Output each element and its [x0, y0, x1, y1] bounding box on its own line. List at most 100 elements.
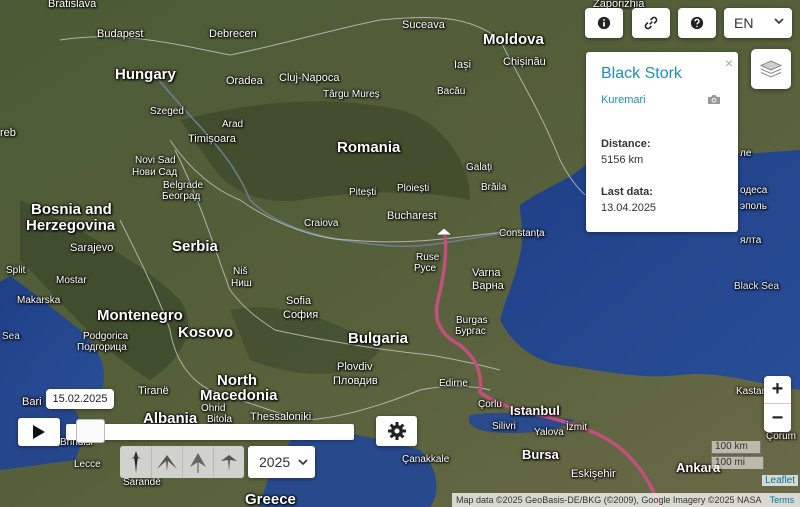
label-plovdiv-cyr: Пловдив	[333, 375, 378, 387]
label-ruse: Ruse	[416, 252, 440, 263]
label-constanta: Constanța	[499, 228, 545, 239]
label-ukr-4: ле	[740, 148, 752, 159]
label-podgorica: Podgorica	[83, 331, 129, 342]
species-button-3[interactable]	[182, 446, 213, 478]
label-suceava: Suceava	[402, 19, 445, 31]
label-adriatic-sea: Sea	[2, 331, 20, 342]
label-black-sea: Black Sea	[734, 281, 780, 292]
distance-value: 5156 km	[601, 154, 644, 166]
label-mostar: Mostar	[56, 275, 87, 286]
label-kosovo: Kosovo	[178, 324, 234, 341]
stork-icon	[130, 451, 141, 473]
bird-name[interactable]: Black Stork	[601, 65, 738, 83]
label-montenegro: Montenegro	[97, 307, 183, 324]
label-nis: Niš	[233, 266, 248, 277]
label-sarajevo: Sarajevo	[70, 242, 114, 254]
label-makarska: Makarska	[17, 295, 61, 306]
label-ruse-cyr: Русе	[414, 263, 437, 274]
label-sofia-cyr: София	[283, 309, 319, 321]
label-szeged: Szeged	[150, 106, 184, 117]
label-edirne: Edirne	[439, 378, 468, 389]
label-silivri: Silivri	[492, 421, 516, 432]
label-greece: Greece	[245, 491, 296, 507]
info-button[interactable]	[585, 8, 623, 38]
camera-icon[interactable]	[707, 94, 721, 105]
label-lecce: Lecce	[74, 459, 101, 470]
year-select[interactable]: 2025	[248, 446, 315, 478]
label-ukr-3: ялта	[740, 235, 762, 246]
layers-button[interactable]	[751, 49, 791, 89]
label-izmit: İzmit	[566, 422, 588, 433]
attribution-text: Map data ©2025 GeoBasis-DE/BKG (©2009), …	[456, 495, 762, 505]
label-timisoara: Timișoara	[188, 133, 236, 145]
label-bratislava: Bratislava	[48, 0, 97, 10]
label-oradea: Oradea	[226, 75, 263, 87]
info-icon	[597, 16, 611, 30]
label-podgorica-cyr: Подгорица	[77, 342, 127, 353]
label-canakkale: Çanakkale	[402, 454, 450, 465]
label-bacau: Bacău	[437, 86, 466, 97]
terms-link[interactable]: Terms	[770, 495, 795, 505]
eagle-icon	[157, 455, 177, 471]
label-novi-sad: Novi Sad	[135, 155, 176, 166]
label-istanbul: Istanbul	[510, 403, 560, 418]
language-value: EN	[734, 15, 754, 31]
label-varna: Varna	[472, 267, 501, 279]
scale-imperial: 100 mi	[711, 456, 764, 469]
year-value: 2025	[259, 454, 291, 470]
chevron-down-icon	[774, 18, 784, 25]
timeline-slider[interactable]	[66, 424, 354, 440]
label-bucharest: Bucharest	[387, 210, 437, 222]
close-icon[interactable]: ×	[725, 55, 733, 71]
label-varna-cyr: Варна	[472, 280, 504, 292]
label-bulgaria: Bulgaria	[348, 330, 409, 347]
species-button-2[interactable]	[151, 446, 182, 478]
link-button[interactable]	[632, 8, 670, 38]
label-zagreb-partial: reb	[0, 127, 16, 139]
species-button-1[interactable]	[120, 446, 151, 478]
leaflet-link[interactable]: Leaflet	[762, 475, 799, 486]
chevron-down-icon	[298, 459, 308, 466]
play-button[interactable]	[18, 418, 60, 446]
layers-icon	[759, 60, 783, 78]
label-thessaloniki: Thessaloniki	[250, 411, 312, 423]
zoom-in-button[interactable]: +	[764, 376, 791, 404]
playback-date: 15.02.2025	[46, 389, 114, 409]
species-filter	[120, 446, 244, 478]
species-button-4[interactable]	[213, 446, 244, 478]
label-hungary: Hungary	[115, 66, 176, 83]
question-icon	[690, 16, 704, 30]
language-select[interactable]: EN	[724, 8, 792, 38]
label-pitesti: Pitești	[349, 187, 377, 198]
attribution-bar: Map data ©2025 GeoBasis-DE/BKG (©2009), …	[452, 493, 800, 507]
label-nis-cyr: Ниш	[231, 278, 252, 289]
label-budapest: Budapest	[97, 28, 144, 40]
label-romania: Romania	[337, 139, 401, 156]
label-serbia: Serbia	[172, 238, 218, 255]
label-herzegovina: Herzegovina	[26, 217, 116, 234]
timeline-thumb[interactable]	[76, 419, 106, 443]
label-plovdiv: Plovdiv	[337, 361, 373, 373]
settings-button[interactable]	[376, 416, 417, 446]
link-icon	[644, 16, 658, 30]
crane-icon	[190, 453, 206, 473]
label-belgrade-cyr: Београд	[162, 191, 201, 202]
help-button[interactable]	[678, 8, 716, 38]
label-bursa: Bursa	[522, 447, 559, 462]
zoom-out-button[interactable]: −	[764, 404, 791, 432]
label-corum: Çorum	[766, 431, 797, 442]
label-burgas: Burgas	[456, 315, 488, 326]
label-macedonia: Macedonia	[200, 387, 278, 404]
label-craiova: Craiova	[304, 218, 339, 229]
play-icon	[33, 425, 45, 439]
label-sarande: Sarandë	[123, 477, 161, 488]
zoom-control: + −	[764, 376, 791, 432]
gear-icon	[387, 422, 406, 440]
label-ukr-2: эполь	[740, 201, 767, 212]
label-galati: Galați	[466, 162, 493, 173]
label-moldova: Moldova	[483, 31, 544, 48]
label-ukr-1: одеса	[740, 185, 768, 196]
label-targu-mures: Târgu Mureș	[323, 89, 380, 100]
label-split: Split	[6, 265, 26, 276]
label-sofia: Sofia	[286, 295, 312, 307]
